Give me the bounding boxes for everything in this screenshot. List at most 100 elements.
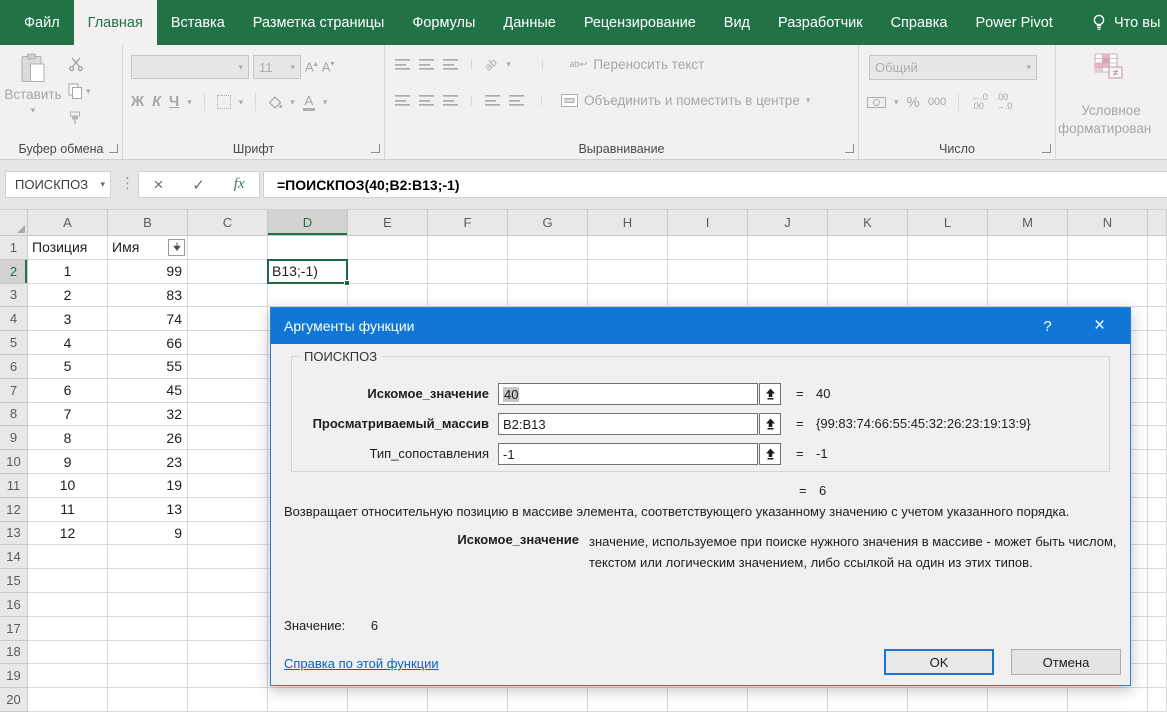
cell-A9[interactable]: 8 [28,426,108,450]
cell-E2[interactable] [348,260,428,284]
cell-A7[interactable]: 6 [28,379,108,403]
cell-K3[interactable] [828,284,908,308]
clipboard-dialog-launcher[interactable] [109,144,118,153]
cell-H20[interactable] [588,688,668,712]
number-dialog-launcher[interactable] [1042,144,1051,153]
row-header-2[interactable]: 2 [0,260,28,284]
cell-A14[interactable] [28,545,108,569]
cell-O13[interactable] [1148,522,1167,546]
arg1-input[interactable]: 40 [498,383,758,405]
ribbon-tab-10[interactable]: Power Pivot [961,0,1066,45]
cell-J20[interactable] [748,688,828,712]
cell-C13[interactable] [188,522,268,546]
cell-C8[interactable] [188,403,268,427]
cell-O18[interactable] [1148,641,1167,665]
row-header-12[interactable]: 12 [0,498,28,522]
cell-I1[interactable] [668,236,748,260]
arg2-collapse-button[interactable] [759,413,781,435]
cell-O2[interactable] [1148,260,1167,284]
cell-O10[interactable] [1148,450,1167,474]
row-header-4[interactable]: 4 [0,307,28,331]
cell-B4[interactable]: 74 [108,307,188,331]
row-header-9[interactable]: 9 [0,426,28,450]
column-header-G[interactable]: G [508,210,588,236]
cell-O15[interactable] [1148,569,1167,593]
cell-K1[interactable] [828,236,908,260]
column-header-J[interactable]: J [748,210,828,236]
filter-dropdown-button[interactable] [168,239,185,256]
cell-O14[interactable] [1148,545,1167,569]
insert-function-button[interactable]: fx [234,176,245,193]
cell-N1[interactable] [1068,236,1148,260]
column-header-K[interactable]: K [828,210,908,236]
cell-B11[interactable]: 19 [108,474,188,498]
cell-B17[interactable] [108,617,188,641]
row-header-7[interactable]: 7 [0,379,28,403]
row-header-5[interactable]: 5 [0,331,28,355]
cell-B13[interactable]: 9 [108,522,188,546]
cell-O17[interactable] [1148,617,1167,641]
column-header-H[interactable]: H [588,210,668,236]
row-header-15[interactable]: 15 [0,569,28,593]
arg1-collapse-button[interactable] [759,383,781,405]
cell-O16[interactable] [1148,593,1167,617]
column-header-I[interactable]: I [668,210,748,236]
row-header-18[interactable]: 18 [0,641,28,665]
cell-O4[interactable] [1148,307,1167,331]
dialog-close-button[interactable]: × [1077,308,1122,344]
row-header-13[interactable]: 13 [0,522,28,546]
cell-A8[interactable]: 7 [28,403,108,427]
cell-A12[interactable]: 11 [28,498,108,522]
cell-B9[interactable]: 26 [108,426,188,450]
cancel-button[interactable]: Отмена [1011,649,1121,675]
cell-A17[interactable] [28,617,108,641]
cell-C17[interactable] [188,617,268,641]
cell-O11[interactable] [1148,474,1167,498]
cell-O6[interactable] [1148,355,1167,379]
cell-A18[interactable] [28,641,108,665]
confirm-entry-button[interactable]: ✓ [192,176,205,194]
cell-A11[interactable]: 10 [28,474,108,498]
row-header-14[interactable]: 14 [0,545,28,569]
dialog-help-button[interactable]: ? [1025,308,1070,344]
ribbon-tab-2[interactable]: Вставка [157,0,239,45]
cell-B15[interactable] [108,569,188,593]
row-header-10[interactable]: 10 [0,450,28,474]
cell-F1[interactable] [428,236,508,260]
cell-C14[interactable] [188,545,268,569]
cell-A4[interactable]: 3 [28,307,108,331]
cell-B12[interactable]: 13 [108,498,188,522]
cell-O5[interactable] [1148,331,1167,355]
cell-A2[interactable]: 1 [28,260,108,284]
ribbon-tab-9[interactable]: Справка [877,0,962,45]
cell-F3[interactable] [428,284,508,308]
arg3-input[interactable]: -1 [498,443,758,465]
row-header-19[interactable]: 19 [0,664,28,688]
row-header-3[interactable]: 3 [0,284,28,308]
column-header-A[interactable]: A [28,210,108,236]
column-header-B[interactable]: B [108,210,188,236]
cell-C6[interactable] [188,355,268,379]
cell-B1[interactable]: Имя [108,236,188,260]
cell-C10[interactable] [188,450,268,474]
cell-A10[interactable]: 9 [28,450,108,474]
cell-A5[interactable]: 4 [28,331,108,355]
cell-A13[interactable]: 12 [28,522,108,546]
cell-C7[interactable] [188,379,268,403]
cell-B5[interactable]: 66 [108,331,188,355]
cell-O7[interactable] [1148,379,1167,403]
column-header-F[interactable]: F [428,210,508,236]
cell-E20[interactable] [348,688,428,712]
cell-M1[interactable] [988,236,1068,260]
cell-A3[interactable]: 2 [28,284,108,308]
cell-A16[interactable] [28,593,108,617]
ribbon-tab-6[interactable]: Рецензирование [570,0,710,45]
cell-A6[interactable]: 5 [28,355,108,379]
cell-B16[interactable] [108,593,188,617]
name-box[interactable]: ПОИСКПОЗ ▾ [5,171,111,198]
cell-B2[interactable]: 99 [108,260,188,284]
cell-A19[interactable] [28,664,108,688]
row-header-8[interactable]: 8 [0,403,28,427]
cell-O19[interactable] [1148,664,1167,688]
cell-C19[interactable] [188,664,268,688]
